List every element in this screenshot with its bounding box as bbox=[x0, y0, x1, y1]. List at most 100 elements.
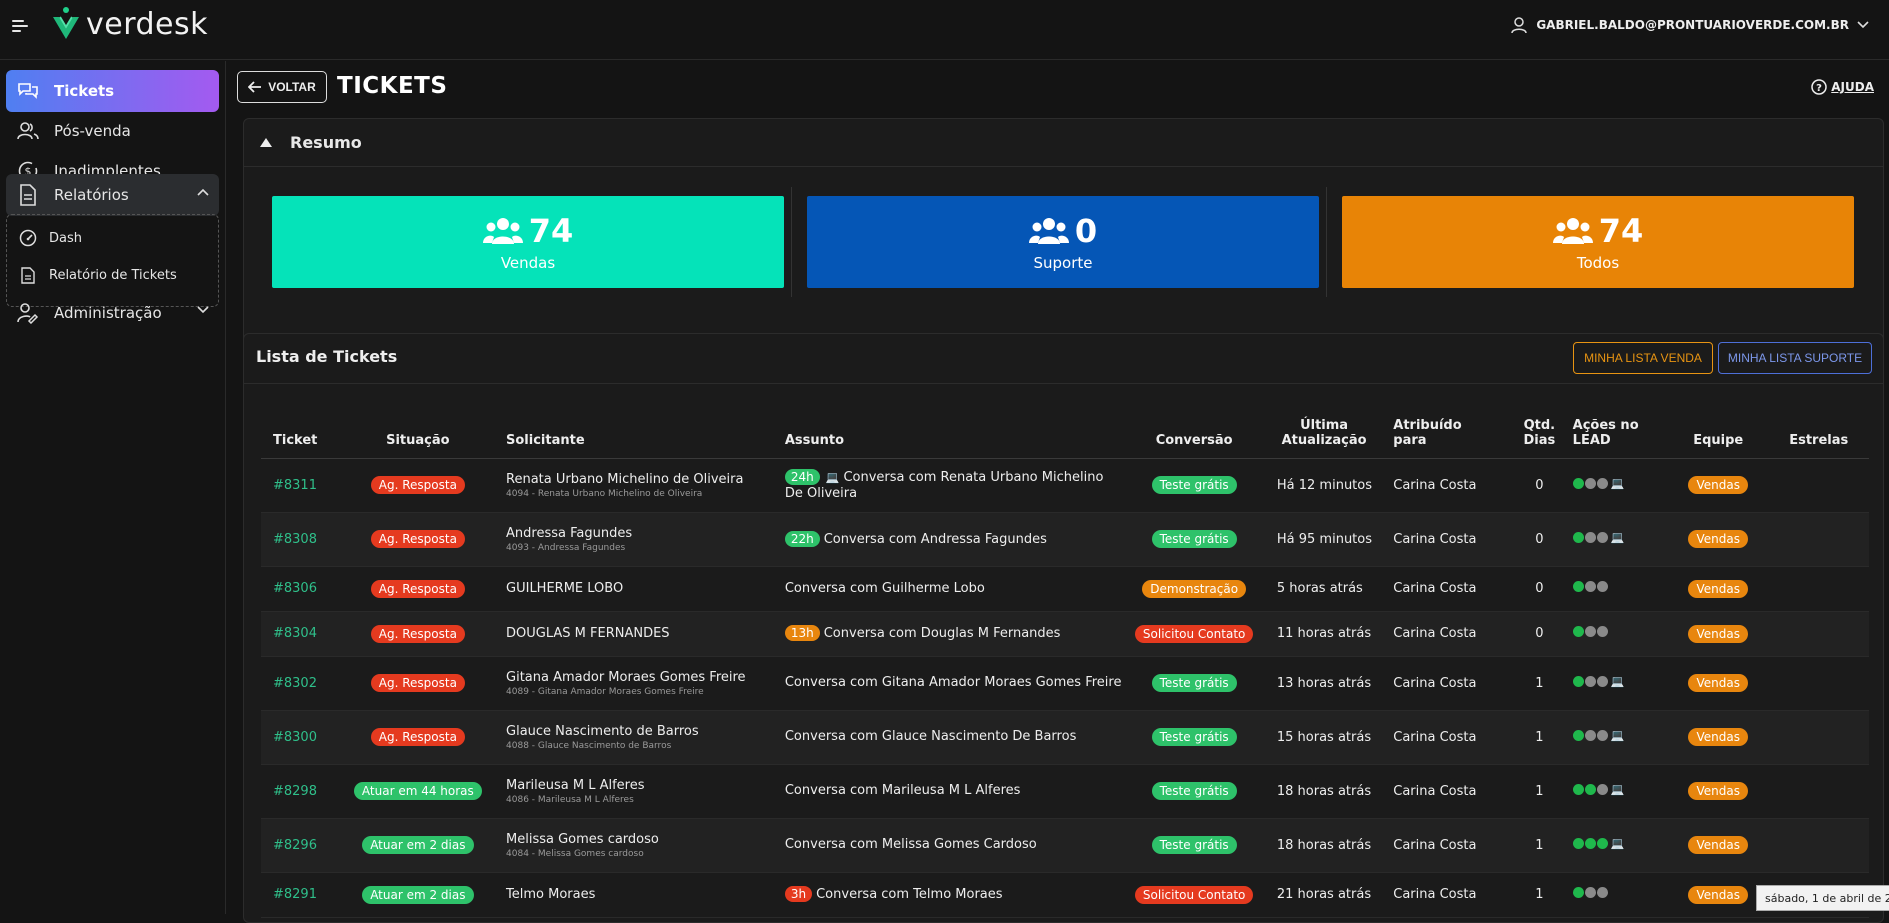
ticket-link[interactable]: #8308 bbox=[261, 512, 330, 567]
my-support-list-button[interactable]: MINHA LISTA SUPORTE bbox=[1718, 342, 1872, 374]
stars-cell bbox=[1768, 710, 1869, 765]
col-header-ticket[interactable]: Ticket bbox=[261, 404, 330, 459]
ticket-link[interactable]: #8311 bbox=[261, 458, 330, 513]
sidebar-item-tickets[interactable]: Tickets bbox=[6, 70, 219, 112]
document-icon bbox=[19, 266, 37, 284]
computer-icon: 💻 bbox=[1610, 675, 1625, 688]
table-row[interactable]: #8311 Ag. Resposta Renata Urbano Micheli… bbox=[261, 458, 1869, 513]
table-row[interactable]: #8308 Ag. Resposta Andressa Fagundes 4093… bbox=[261, 512, 1869, 567]
col-header-conversao[interactable]: Conversão bbox=[1133, 404, 1255, 459]
table-row[interactable]: #8304 Ag. Resposta DOUGLAS M FERNANDES 1… bbox=[261, 611, 1869, 657]
ticket-link[interactable]: #8300 bbox=[261, 710, 330, 765]
lead-action-dot[interactable] bbox=[1572, 784, 1584, 795]
team-badge: Vendas bbox=[1688, 674, 1748, 692]
lead-action-dot[interactable] bbox=[1572, 532, 1584, 543]
lead-action-dot[interactable] bbox=[1572, 887, 1584, 898]
lead-action-dot[interactable] bbox=[1584, 581, 1596, 592]
ticket-link[interactable]: #8298 bbox=[261, 764, 330, 819]
lead-action-dot[interactable] bbox=[1584, 838, 1596, 849]
assigned-to: Carina Costa bbox=[1393, 872, 1507, 918]
sidebar-item-administracao[interactable]: Administração bbox=[6, 292, 219, 334]
solicitante-name: Marileusa M L Alferes bbox=[506, 777, 645, 793]
stat-suporte[interactable]: 0 Suporte bbox=[807, 196, 1319, 288]
lead-action-dot[interactable] bbox=[1584, 784, 1596, 795]
ticket-link[interactable]: #8302 bbox=[261, 656, 330, 711]
time-badge: 3h bbox=[784, 886, 813, 902]
stat-vendas[interactable]: 74 Vendas bbox=[272, 196, 784, 288]
lead-action-dot[interactable] bbox=[1596, 676, 1608, 687]
assigned-to: Carina Costa bbox=[1393, 818, 1507, 873]
table-row[interactable]: #8300 Ag. Resposta Glauce Nascimento de … bbox=[261, 710, 1869, 765]
solicitante-sub: 4089 - Gitana Amador Moraes Gomes Freire bbox=[506, 686, 704, 697]
divider bbox=[1326, 187, 1327, 297]
sidebar-item-relatorios[interactable]: Relatórios bbox=[6, 174, 219, 216]
logo[interactable]: verdesk bbox=[50, 6, 208, 42]
lead-action-dot[interactable] bbox=[1584, 676, 1596, 687]
lead-action-dot[interactable] bbox=[1596, 626, 1608, 637]
my-sales-list-button[interactable]: MINHA LISTA VENDA bbox=[1573, 342, 1713, 374]
sidebar-item-pos-venda[interactable]: Pós-venda bbox=[6, 110, 219, 152]
app-name: verdesk bbox=[86, 6, 209, 42]
lead-action-dot[interactable] bbox=[1572, 626, 1584, 637]
lead-action-dot[interactable] bbox=[1572, 838, 1584, 849]
col-header-solicitante[interactable]: Solicitante bbox=[506, 404, 785, 459]
assigned-to: Carina Costa bbox=[1393, 611, 1507, 657]
lead-action-dot[interactable] bbox=[1572, 676, 1584, 687]
help-link[interactable]: ? AJUDA bbox=[1811, 79, 1874, 95]
ticket-link[interactable]: #8296 bbox=[261, 818, 330, 873]
submenu-item-relatorio-tickets[interactable]: Relatório de Tickets bbox=[19, 260, 177, 290]
lead-action-dot[interactable] bbox=[1596, 784, 1608, 795]
ticket-link[interactable]: #8291 bbox=[261, 872, 330, 918]
conversion-badge: Teste grátis bbox=[1151, 674, 1237, 692]
days-count: 0 bbox=[1506, 458, 1573, 513]
lead-action-dot[interactable] bbox=[1584, 478, 1596, 489]
col-header-assunto[interactable]: Assunto bbox=[784, 404, 1134, 459]
arrow-left-icon bbox=[248, 81, 262, 93]
ticket-link[interactable]: #8304 bbox=[261, 611, 330, 657]
back-button[interactable]: VOLTAR bbox=[237, 71, 327, 103]
col-header-equipe[interactable]: Equipe bbox=[1668, 404, 1769, 459]
resumo-title: Resumo bbox=[290, 133, 362, 152]
lead-action-dot[interactable] bbox=[1596, 478, 1608, 489]
table-row[interactable]: #8296 Atuar em 2 dias Melissa Gomes card… bbox=[261, 818, 1869, 873]
col-header-atualizacao[interactable]: Última Atualização bbox=[1254, 404, 1394, 459]
user-menu[interactable]: GABRIEL.BALDO@PRONTUARIOVERDE.COM.BR bbox=[1510, 16, 1869, 34]
lead-action-dot[interactable] bbox=[1572, 478, 1584, 489]
col-header-acoes[interactable]: Ações no LEAD bbox=[1572, 404, 1668, 459]
days-count: 0 bbox=[1506, 512, 1573, 567]
col-header-situacao[interactable]: Situação bbox=[329, 404, 507, 459]
table-row[interactable]: #8291 Atuar em 2 dias Telmo Moraes 3h Con… bbox=[261, 872, 1869, 918]
stat-label: Todos bbox=[1576, 254, 1620, 272]
stars-cell bbox=[1768, 764, 1869, 819]
submenu-item-dash[interactable]: Dash bbox=[19, 223, 82, 253]
lead-action-dot[interactable] bbox=[1584, 887, 1596, 898]
conversion-badge: Demonstração bbox=[1142, 579, 1247, 598]
menu-toggle-icon[interactable] bbox=[12, 20, 28, 34]
lead-action-dot[interactable] bbox=[1584, 626, 1596, 637]
lead-action-dot[interactable] bbox=[1596, 838, 1608, 849]
col-header-estrelas[interactable]: Estrelas bbox=[1768, 404, 1869, 459]
solicitante-name: Andressa Fagundes bbox=[506, 525, 633, 541]
lead-action-dot[interactable] bbox=[1584, 730, 1596, 741]
lead-action-dot[interactable] bbox=[1596, 581, 1608, 592]
col-header-dias[interactable]: Qtd. Dias bbox=[1506, 404, 1573, 459]
sidebar-item-label: Relatórios bbox=[54, 186, 129, 204]
team-badge: Vendas bbox=[1688, 579, 1748, 598]
lead-action-dot[interactable] bbox=[1596, 730, 1608, 741]
lead-action-dot[interactable] bbox=[1596, 532, 1608, 543]
resumo-header[interactable]: Resumo bbox=[244, 119, 1883, 167]
stat-todos[interactable]: 74 Todos bbox=[1342, 196, 1854, 288]
table-row[interactable]: #8306 Ag. Resposta GUILHERME LOBO Conver… bbox=[261, 566, 1869, 612]
computer-icon: 💻 bbox=[1610, 531, 1625, 544]
ticket-link[interactable]: #8306 bbox=[261, 566, 330, 612]
sidebar-item-label: Administração bbox=[54, 304, 162, 322]
table-row[interactable]: #8298 Atuar em 44 horas Marileusa M L Al… bbox=[261, 764, 1869, 819]
submenu-item-label: Dash bbox=[49, 230, 82, 246]
table-row[interactable]: #8302 Ag. Resposta Gitana Amador Moraes … bbox=[261, 656, 1869, 711]
lead-action-dot[interactable] bbox=[1596, 887, 1608, 898]
col-header-atribuido[interactable]: Atribuído para bbox=[1393, 404, 1507, 459]
ticket-list-title: Lista de Tickets bbox=[256, 347, 398, 366]
lead-action-dot[interactable] bbox=[1572, 730, 1584, 741]
lead-action-dot[interactable] bbox=[1584, 532, 1596, 543]
lead-action-dot[interactable] bbox=[1572, 581, 1584, 592]
